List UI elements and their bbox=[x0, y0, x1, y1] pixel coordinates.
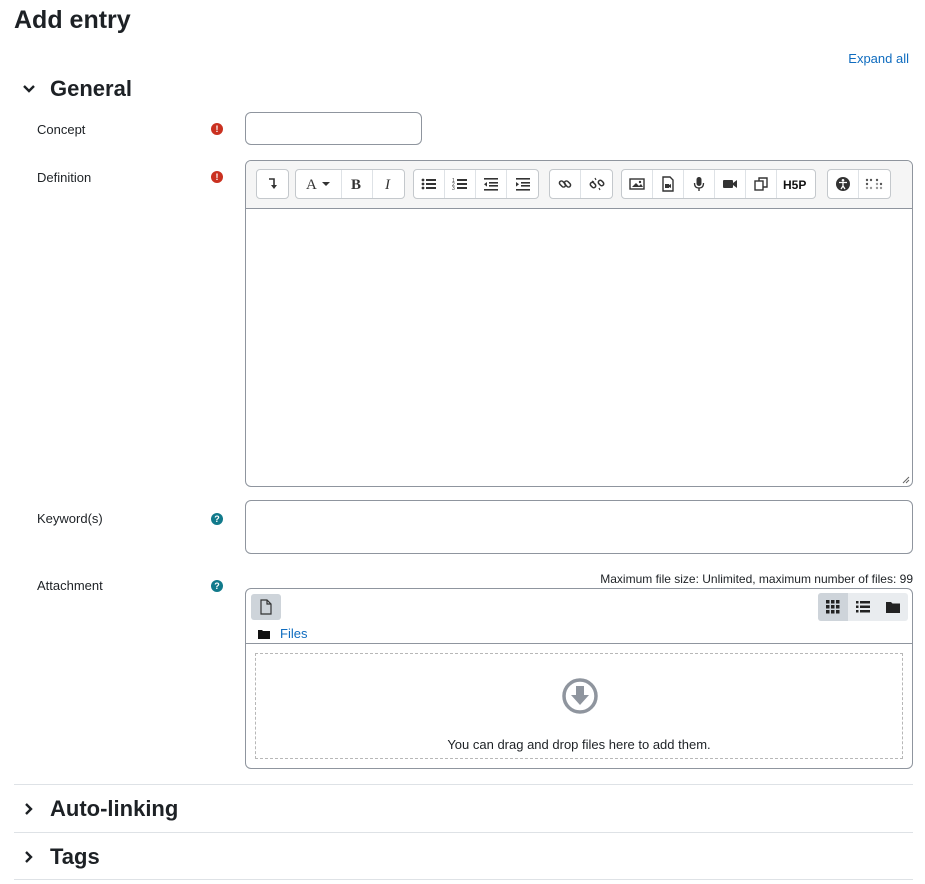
file-manager-toolbar: Files bbox=[246, 589, 912, 644]
media-file-icon bbox=[662, 176, 674, 192]
expand-all-link[interactable]: Expand all bbox=[848, 51, 909, 66]
unlink-button[interactable] bbox=[581, 170, 612, 198]
video-camera-icon bbox=[723, 180, 737, 188]
svg-text:B: B bbox=[351, 177, 361, 191]
chevron-down-icon bbox=[20, 80, 38, 98]
file-path-breadcrumb: Files bbox=[258, 626, 307, 641]
link-button[interactable] bbox=[550, 170, 581, 198]
attachment-label: Attachment bbox=[37, 578, 103, 593]
download-arrow-icon bbox=[562, 678, 598, 714]
font-color-icon: A bbox=[306, 177, 330, 191]
record-video-button[interactable] bbox=[715, 170, 746, 198]
unordered-list-button[interactable] bbox=[414, 170, 445, 198]
grid-icon bbox=[826, 600, 840, 614]
concept-label: Concept bbox=[37, 122, 86, 137]
resize-handle-icon[interactable] bbox=[902, 476, 910, 484]
help-icon[interactable]: ? bbox=[211, 513, 223, 525]
section-tags-toggle[interactable]: Tags bbox=[20, 844, 100, 870]
manage-files-button[interactable] bbox=[746, 170, 777, 198]
definition-content-area[interactable] bbox=[246, 209, 912, 486]
chevron-right-icon bbox=[20, 800, 38, 818]
file-icon bbox=[260, 599, 272, 615]
section-general-title: General bbox=[50, 76, 132, 101]
svg-text:I: I bbox=[384, 177, 391, 191]
microphone-icon bbox=[693, 177, 705, 191]
copy-files-icon bbox=[754, 177, 768, 191]
grid-view-button[interactable] bbox=[818, 593, 848, 621]
link-icon bbox=[558, 180, 572, 188]
divider bbox=[14, 832, 913, 833]
view-switcher bbox=[818, 593, 908, 621]
chevron-right-icon bbox=[20, 848, 38, 866]
font-color-button[interactable]: A bbox=[296, 170, 342, 198]
divider bbox=[14, 784, 913, 785]
svg-text:A: A bbox=[306, 177, 317, 191]
editor-toolbar: A B I 123 H5P bbox=[246, 161, 912, 209]
required-icon: ! bbox=[211, 171, 223, 183]
section-autolinking-title: Auto-linking bbox=[50, 796, 179, 821]
indent-icon bbox=[515, 178, 530, 191]
unordered-list-icon bbox=[421, 178, 436, 190]
accessibility-checker-button[interactable] bbox=[828, 170, 859, 198]
file-manager: Files You can drag and drop files here t… bbox=[245, 588, 913, 769]
svg-text:H5P: H5P bbox=[783, 178, 806, 191]
files-path-link[interactable]: Files bbox=[280, 626, 307, 641]
image-button[interactable] bbox=[622, 170, 653, 198]
italic-button[interactable]: I bbox=[373, 170, 404, 198]
section-general-toggle[interactable]: General bbox=[20, 76, 132, 102]
italic-icon: I bbox=[384, 177, 391, 191]
image-icon bbox=[629, 178, 645, 190]
section-tags-title: Tags bbox=[50, 844, 100, 869]
braille-icon bbox=[865, 178, 882, 190]
record-audio-button[interactable] bbox=[684, 170, 715, 198]
unlink-icon bbox=[589, 177, 604, 191]
help-icon[interactable]: ? bbox=[211, 580, 223, 592]
bold-icon: B bbox=[351, 177, 361, 191]
tree-view-button[interactable] bbox=[878, 593, 908, 621]
ordered-list-button[interactable]: 123 bbox=[445, 170, 476, 198]
ordered-list-icon: 123 bbox=[452, 178, 467, 191]
max-file-size-info: Maximum file size: Unlimited, maximum nu… bbox=[600, 572, 913, 586]
section-autolinking-toggle[interactable]: Auto-linking bbox=[20, 796, 178, 822]
media-file-button[interactable] bbox=[653, 170, 684, 198]
collapse-toggle-button[interactable] bbox=[257, 170, 288, 198]
keywords-textarea[interactable] bbox=[245, 500, 913, 554]
definition-label: Definition bbox=[37, 170, 92, 185]
page-title: Add entry bbox=[14, 6, 131, 34]
h5p-icon: H5P bbox=[783, 178, 806, 191]
concept-input[interactable] bbox=[245, 112, 422, 145]
outdent-icon bbox=[484, 178, 498, 191]
accessibility-icon bbox=[836, 177, 850, 191]
folder-icon bbox=[258, 629, 270, 639]
indent-button[interactable] bbox=[507, 170, 538, 198]
list-view-button[interactable] bbox=[848, 593, 878, 621]
collapse-icon bbox=[268, 178, 277, 189]
h5p-button[interactable]: H5P bbox=[777, 170, 815, 198]
bold-button[interactable]: B bbox=[342, 170, 373, 198]
svg-text:3: 3 bbox=[452, 186, 455, 191]
add-file-button[interactable] bbox=[251, 594, 281, 620]
keywords-label: Keyword(s) bbox=[37, 511, 103, 526]
definition-editor[interactable]: A B I 123 H5P bbox=[245, 160, 913, 487]
list-icon bbox=[856, 601, 870, 613]
required-icon: ! bbox=[211, 123, 223, 135]
screenreader-helper-button[interactable] bbox=[859, 170, 890, 198]
file-drop-zone[interactable]: You can drag and drop files here to add … bbox=[255, 653, 903, 759]
drop-zone-text: You can drag and drop files here to add … bbox=[447, 737, 711, 752]
folder-icon bbox=[886, 602, 900, 613]
divider bbox=[14, 879, 913, 880]
outdent-button[interactable] bbox=[476, 170, 507, 198]
